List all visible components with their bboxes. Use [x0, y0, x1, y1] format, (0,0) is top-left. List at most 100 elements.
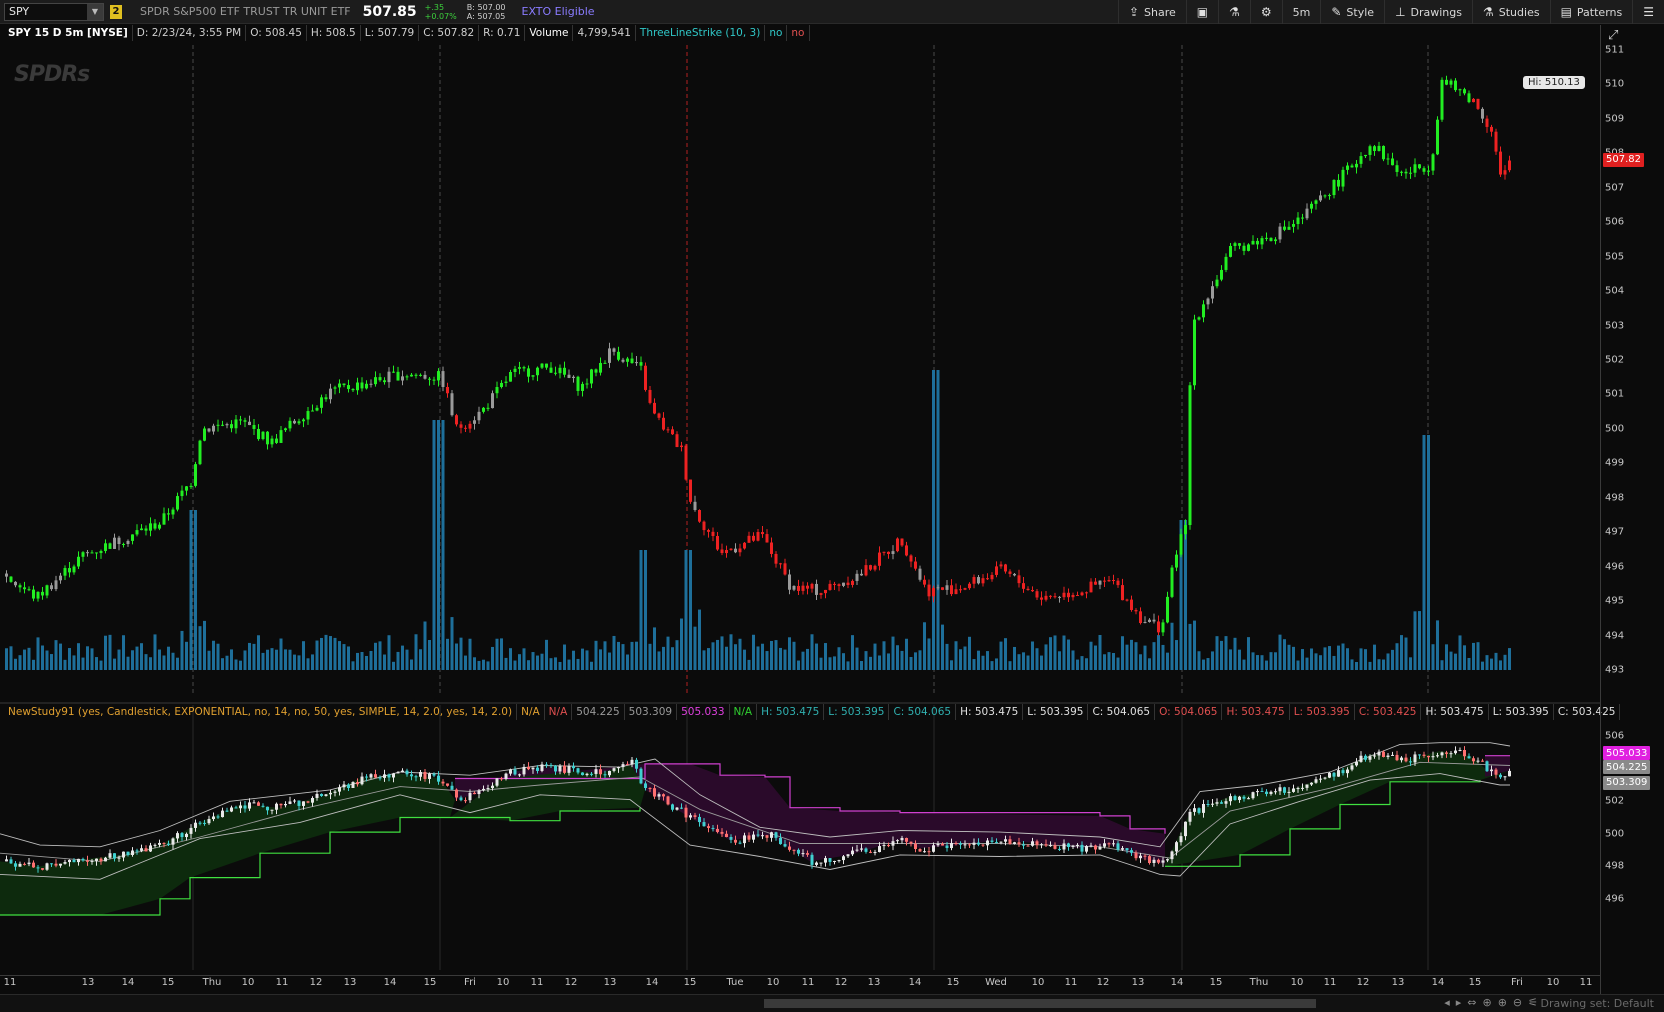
scroll-thumb[interactable]: [764, 999, 1316, 1008]
price-tick: 494: [1605, 630, 1625, 642]
candle-body: [1395, 165, 1399, 172]
chart-title[interactable]: SPY 15 D 5m [NYSE]: [4, 25, 133, 41]
volume-bar: [135, 646, 139, 670]
candle-body: [225, 424, 229, 426]
drawings-button[interactable]: ⊥ Drawings: [1384, 0, 1472, 24]
timeframe-button[interactable]: 5m: [1281, 0, 1321, 24]
zoom-out-icon[interactable]: ⊖: [1513, 996, 1522, 1009]
volume-bar: [851, 635, 854, 670]
volume-bar: [68, 648, 71, 670]
candle-body: [1035, 591, 1039, 598]
candle-body: [608, 770, 611, 776]
volume-label[interactable]: Volume: [525, 25, 574, 41]
zoom-in-icon[interactable]: ⊕: [1498, 996, 1507, 1009]
candle-body: [531, 375, 535, 377]
scroll-left-icon[interactable]: ◂: [1444, 996, 1450, 1009]
style-button[interactable]: ✎ Style: [1320, 0, 1384, 24]
volume-bar: [734, 644, 737, 670]
candle-body: [968, 583, 971, 589]
candle-body: [1121, 585, 1124, 601]
volume-bar: [558, 661, 562, 670]
volume-bar: [1436, 620, 1439, 670]
candle-body: [1022, 583, 1025, 589]
volume-bar: [162, 655, 166, 670]
drawing-set-icon[interactable]: ⚟: [1528, 996, 1538, 1009]
volume-bar: [306, 658, 310, 670]
lower-value-badge: 505.033: [1603, 746, 1651, 761]
volume-bar: [1152, 642, 1156, 670]
time-axis[interactable]: 11 13 14 15 Thu 10 11 12 13 14 15 Fri 10 11 12 13 14 15 Tu…: [0, 975, 1600, 991]
patterns-button[interactable]: ▤ Patterns: [1549, 0, 1633, 24]
volume-bar: [279, 638, 283, 670]
candle-body: [410, 374, 413, 377]
volume-bar: [612, 635, 616, 670]
volume-bar: [590, 661, 593, 670]
candle-body: [383, 774, 386, 778]
candle-body: [432, 773, 436, 776]
candle-body: [842, 856, 845, 861]
candle-body: [1454, 80, 1457, 91]
candle-body: [626, 764, 629, 766]
candle-body: [500, 382, 503, 388]
candle-body: [491, 785, 494, 789]
studies-label: Studies: [1498, 5, 1540, 19]
price-tick: 497: [1605, 526, 1625, 538]
candle-body: [675, 434, 679, 448]
menu-button[interactable]: ☰: [1632, 0, 1664, 24]
candle-body: [1094, 845, 1097, 850]
candle-body: [837, 584, 841, 586]
drawing-set-label[interactable]: Drawing set: Default: [1541, 997, 1654, 1010]
candle-body: [1499, 151, 1502, 175]
studies-button[interactable]: ⚗ Studies: [1472, 0, 1550, 24]
candle-body: [1305, 784, 1309, 788]
chart-settings-button[interactable]: ▣: [1185, 0, 1218, 24]
lower-study-label[interactable]: NewStudy91 (yes, Candlestick, EXPONENTIA…: [4, 704, 518, 720]
volume-bar: [783, 649, 787, 670]
symbol-input[interactable]: SPY ▼: [4, 2, 104, 21]
top-toolbar: SPY ▼ 2 SPDR S&P500 ETF TRUST TR UNIT ET…: [0, 0, 1664, 24]
candle-body: [851, 850, 854, 855]
candle-body: [819, 862, 823, 864]
high-label: Hi: 510.13: [1523, 76, 1585, 89]
time-tick: 14: [121, 977, 135, 988]
volume-bar: [1004, 638, 1007, 670]
crosshair-icon[interactable]: ⊕: [1482, 996, 1491, 1009]
chart-canvas[interactable]: [0, 25, 1600, 995]
volume-bar: [540, 653, 544, 670]
candle-body: [203, 428, 206, 441]
candle-body: [59, 575, 62, 581]
candle-body: [1346, 165, 1349, 170]
candle-body: [81, 858, 85, 861]
candle-body: [720, 549, 724, 554]
volume-bar: [1458, 635, 1462, 670]
price-axis[interactable]: 5115105095085075065055045035025015004994…: [1600, 25, 1664, 995]
chevron-down-icon[interactable]: ▼: [87, 3, 103, 20]
volume-bar: [1319, 655, 1322, 670]
horizontal-scrollbar[interactable]: ◂ ▸ ⇔ ⊕ ⊕ ⊖ ⚟ Drawing set: Default: [0, 994, 1664, 1012]
candle-body: [833, 860, 836, 862]
candle-body: [1404, 757, 1408, 762]
study-label[interactable]: ThreeLineStrike (10, 3): [636, 25, 766, 41]
scroll-right-icon[interactable]: ▸: [1456, 996, 1462, 1009]
candle-body: [333, 387, 337, 389]
flask-button[interactable]: ⚗: [1218, 0, 1250, 24]
volume-bar: [531, 652, 535, 670]
candle-body: [302, 419, 305, 422]
time-tick: 10: [1031, 977, 1045, 988]
lower-study-value: 505.033: [677, 704, 730, 720]
change-value: +.35: [424, 2, 445, 12]
link-group-badge[interactable]: 2: [110, 4, 122, 19]
volume-bar: [671, 647, 674, 670]
candle-body: [774, 553, 778, 564]
candle-body: [959, 843, 962, 845]
volume-bar: [324, 634, 328, 670]
candle-body: [846, 854, 850, 857]
volume-bar: [1508, 648, 1511, 670]
gear-button[interactable]: ⚙: [1249, 0, 1282, 24]
candle-body: [536, 367, 539, 376]
volume-bar: [302, 641, 305, 670]
volume-bar: [1242, 659, 1246, 670]
share-button[interactable]: ⇪ Share: [1117, 0, 1186, 24]
candle-body: [1409, 761, 1412, 763]
expand-icon[interactable]: ⇔: [1467, 996, 1476, 1009]
